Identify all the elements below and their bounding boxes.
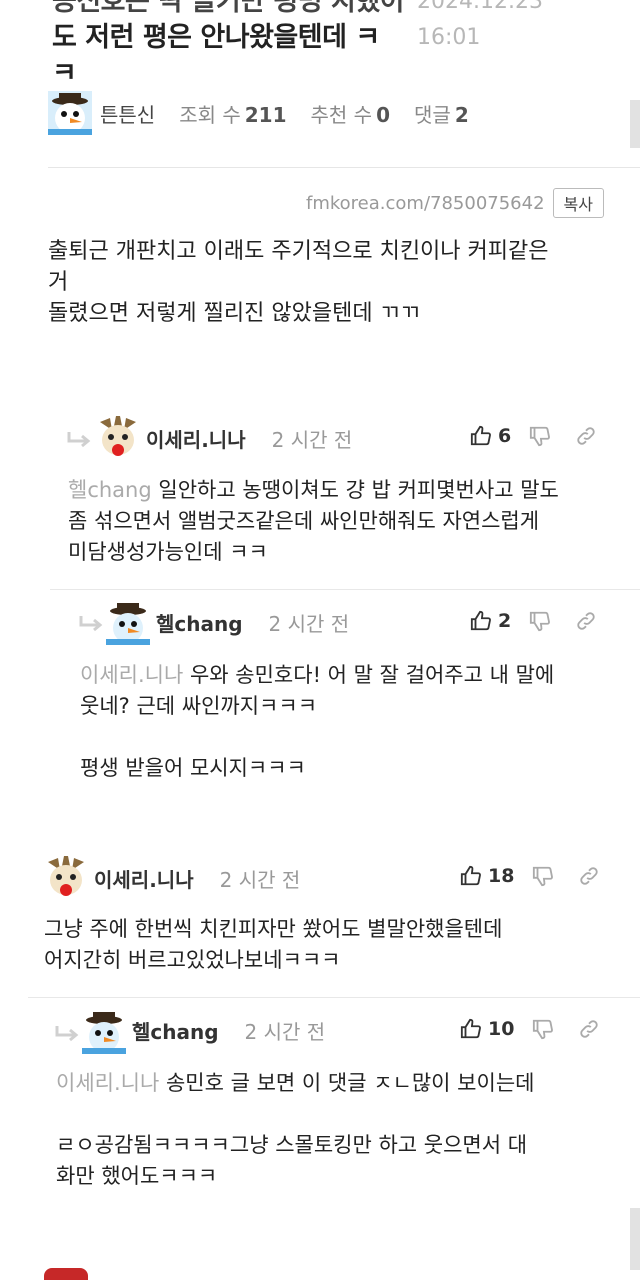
- comment-line-text: 우와 송민호다! 어 말 잘 걸어주고 내 말에: [189, 663, 555, 687]
- thumbs-up-icon: [460, 1018, 481, 1039]
- comment-line: 화만 했어도ㅋㅋㅋ: [56, 1164, 218, 1188]
- comment-line-text: 일안하고 농땡이쳐도 걍 밥 커피몇번사고 말도: [158, 478, 559, 502]
- like-count-label: 추천 수: [310, 102, 373, 127]
- reply-arrow-icon: [79, 616, 103, 632]
- next-comment-avatar[interactable]: [44, 1268, 88, 1280]
- scrollbar-thumb[interactable]: [630, 1208, 640, 1270]
- upvote-button[interactable]: 10: [460, 1018, 514, 1040]
- comment-actions: 6: [470, 414, 597, 458]
- comment-count-label: 댓글: [414, 102, 451, 127]
- link-icon[interactable]: [578, 865, 600, 887]
- thumbs-up-icon: [460, 865, 481, 886]
- comment-count[interactable]: 댓글 2: [414, 99, 469, 128]
- post-body-line: 출퇴근 개판치고 이래도 주기적으로 치킨이나 커피같은: [48, 239, 549, 264]
- comment-header: 헬chang 2 시간 전: [132, 1008, 325, 1052]
- reply-arrow-icon: [55, 1026, 79, 1042]
- comment-count-value: 2: [454, 102, 469, 127]
- comment-header: 헬chang 2 시간 전: [156, 600, 349, 644]
- post-body-line: 돌렸으면 저렇게 찔리진 않았을텐데 ㄲㄲ: [48, 301, 421, 326]
- comment-actions: 2: [470, 599, 597, 643]
- post-date: 2024.12.23 16:01: [417, 0, 543, 50]
- scrollbar-thumb[interactable]: [630, 100, 640, 148]
- post-author[interactable]: 튼튼신: [100, 99, 155, 128]
- mention-tag[interactable]: 이세리.니나: [80, 663, 183, 687]
- upvote-button[interactable]: 6: [470, 425, 511, 447]
- comment-actions: 10: [460, 1007, 600, 1051]
- post-body: 출퇴근 개판치고 이래도 주기적으로 치킨이나 커피같은 거 돌렸으면 저렇게 …: [48, 236, 608, 329]
- snowman-avatar-icon[interactable]: [106, 601, 150, 645]
- comment-time: 2 시간 전: [219, 867, 301, 892]
- comment-time: 2 시간 전: [244, 1019, 326, 1044]
- comment-line-text: 송민호 글 보면 이 댓글 ㅈㄴ많이 보이는데: [165, 1071, 535, 1095]
- like-count-value: 0: [376, 102, 390, 127]
- upvote-count: 18: [488, 865, 515, 887]
- comment-actions: 18: [460, 854, 600, 898]
- comment-body: 그냥 주에 한번씩 치킨피자만 쐈어도 별말안했을텐데 어지간히 버르고있었나보…: [44, 914, 624, 976]
- upvote-count: 10: [488, 1018, 515, 1040]
- post-url-row: fmkorea.com/7850075642 복사: [306, 188, 604, 218]
- divider: [48, 167, 640, 168]
- upvote-button[interactable]: 18: [460, 865, 514, 887]
- view-count-value: 211: [244, 102, 287, 127]
- snowman-avatar-icon[interactable]: [82, 1010, 126, 1054]
- link-icon[interactable]: [575, 610, 597, 632]
- thumbs-up-icon: [470, 610, 491, 631]
- thumbs-down-icon[interactable]: [529, 425, 551, 447]
- upvote-count: 2: [498, 610, 512, 632]
- upvote-button[interactable]: 2: [470, 610, 511, 632]
- link-icon[interactable]: [575, 425, 597, 447]
- comment-body: 헬chang 일안하고 농땡이쳐도 걍 밥 커피몇번사고 말도 좀 섞으면서 앨…: [68, 475, 618, 568]
- dog-avatar-icon[interactable]: [96, 416, 140, 460]
- comment-line: 미담생성가능인데 ㅋㅋ: [68, 540, 268, 564]
- comment-author[interactable]: 이세리.니나: [146, 424, 246, 453]
- comment-header: 이세리.니나 2 시간 전: [94, 856, 300, 900]
- comment-author[interactable]: 헬chang: [156, 608, 243, 637]
- comment-author[interactable]: 헬chang: [132, 1016, 219, 1045]
- comment-line: 헬chang 일안하고 농땡이쳐도 걍 밥 커피몇번사고 말도: [68, 475, 618, 506]
- link-icon[interactable]: [578, 1018, 600, 1040]
- comment-line: 이세리.니나 우와 송민호다! 어 말 잘 걸어주고 내 말에: [80, 660, 620, 691]
- comment-line: ㄹㅇ공감됨ㅋㅋㅋㅋ그냥 스몰토킹만 하고 웃으면서 대: [56, 1133, 528, 1157]
- view-count: 조회 수 211: [179, 99, 286, 128]
- copy-url-button[interactable]: 복사: [552, 188, 604, 218]
- mention-tag[interactable]: 이세리.니나: [56, 1071, 159, 1095]
- post-url[interactable]: fmkorea.com/7850075642: [306, 193, 545, 214]
- comment-line: 좀 섞으면서 앨범굿즈같은데 싸인만해줘도 자연스럽게: [68, 509, 540, 533]
- comment-line: [80, 722, 620, 753]
- reply-arrow-icon: [67, 432, 91, 448]
- comment-time: 2 시간 전: [268, 611, 350, 636]
- comment-line: 그냥 주에 한번씩 치킨피자만 쐈어도 별말안했을텐데: [44, 917, 503, 941]
- comment-separator: [28, 997, 640, 998]
- dog-avatar-icon[interactable]: [44, 856, 88, 900]
- thumbs-down-icon[interactable]: [532, 1018, 554, 1040]
- thumbs-up-icon: [470, 425, 491, 446]
- post-body-line: 거: [48, 270, 69, 295]
- comment-author[interactable]: 이세리.니나: [94, 864, 194, 893]
- thumbs-down-icon[interactable]: [529, 610, 551, 632]
- post-title-line: ㅋ: [52, 58, 77, 89]
- comment-line: [56, 1099, 621, 1130]
- comment-body: 이세리.니나 송민호 글 보면 이 댓글 ㅈㄴ많이 보이는데 ㄹㅇ공감됨ㅋㅋㅋㅋ…: [56, 1068, 621, 1192]
- comment-line: 평생 받을어 모시지ㅋㅋㅋ: [80, 756, 306, 780]
- mention-tag[interactable]: 헬chang: [68, 478, 152, 502]
- view-count-label: 조회 수: [179, 102, 241, 127]
- thumbs-down-icon[interactable]: [532, 865, 554, 887]
- comment-line: 웃네? 근데 싸인까지ㅋㅋㅋ: [80, 694, 318, 718]
- upvote-count: 6: [498, 425, 512, 447]
- comment-body: 이세리.니나 우와 송민호다! 어 말 잘 걸어주고 내 말에 웃네? 근데 싸…: [80, 660, 620, 784]
- comment-line: 이세리.니나 송민호 글 보면 이 댓글 ㅈㄴ많이 보이는데: [56, 1068, 621, 1099]
- comment-separator: [50, 589, 640, 590]
- comment-line: 어지간히 버르고있었나보네ㅋㅋㅋ: [44, 948, 341, 972]
- post-title: 공신호는 딱 들기만 평명 지했이 도 저런 평은 안나왔을텐데 ㅋ ㅋ 202…: [52, 0, 612, 92]
- comment-header: 이세리.니나 2 시간 전: [146, 416, 352, 460]
- comment-time: 2 시간 전: [271, 427, 353, 452]
- post-meta: 튼튼신 조회 수 211 추천 수0 댓글 2: [48, 90, 469, 136]
- snowman-avatar-icon[interactable]: [48, 91, 92, 135]
- like-count: 추천 수0: [311, 99, 390, 128]
